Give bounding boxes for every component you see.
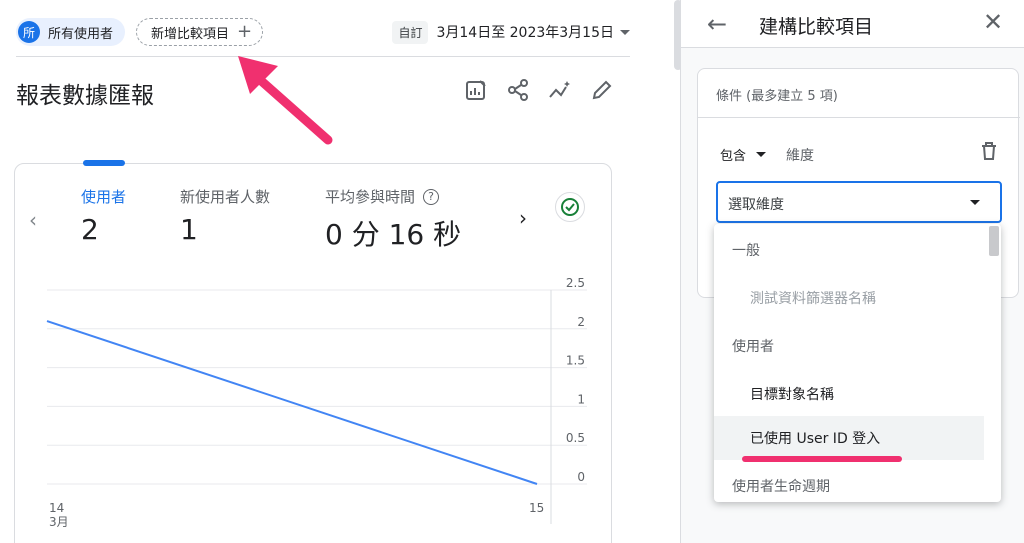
metric-label: 使用者 bbox=[81, 188, 127, 206]
conditions-divider bbox=[698, 117, 1020, 118]
chevron-left-icon[interactable]: ‹ bbox=[29, 208, 37, 232]
add-comparison-label: 新增比較項目 bbox=[151, 26, 230, 42]
dropdown-scrollbar[interactable] bbox=[989, 226, 999, 256]
report-area: 所 所有使用者 新增比較項目 + 自訂 3月14日至 2023年3月15日 報表… bbox=[0, 0, 682, 543]
y-tick-label: 0.5 bbox=[566, 431, 585, 445]
customize-report-icon[interactable] bbox=[462, 76, 490, 104]
dropdown-group-user-lifecycle: 使用者生命週期 bbox=[732, 479, 830, 495]
dimension-select[interactable]: 選取維度 bbox=[716, 181, 1002, 223]
y-tick-label: 1.5 bbox=[566, 354, 585, 368]
x-sublabel: 3月 bbox=[49, 515, 69, 529]
dropdown-group-user: 使用者 bbox=[732, 339, 774, 355]
panel-header: ← 建構比較項目 ✕ bbox=[681, 0, 1024, 48]
dropdown-item-audience-name[interactable]: 目標對象名稱 bbox=[714, 372, 984, 416]
all-users-avatar: 所 bbox=[18, 21, 40, 43]
metric-value: 2 bbox=[81, 213, 99, 246]
plus-icon: + bbox=[237, 21, 253, 42]
x-tick-label: 15 bbox=[529, 501, 544, 515]
custom-badge: 自訂 bbox=[392, 20, 429, 44]
trash-icon[interactable] bbox=[980, 141, 998, 165]
metric-label: 平均參與時間? bbox=[325, 186, 461, 207]
chevron-down-icon bbox=[620, 29, 630, 35]
report-toolbar bbox=[462, 76, 616, 104]
app-root: 所 所有使用者 新增比較項目 + 自訂 3月14日至 2023年3月15日 報表… bbox=[0, 0, 1024, 543]
all-users-label: 所有使用者 bbox=[48, 26, 114, 42]
share-icon[interactable] bbox=[504, 76, 532, 104]
metric-value: 0 分 16 秒 bbox=[325, 218, 462, 251]
help-icon[interactable]: ? bbox=[423, 188, 440, 205]
include-label: 包含 bbox=[720, 149, 747, 164]
close-icon[interactable]: ✕ bbox=[983, 8, 1003, 36]
comparison-bar: 所 所有使用者 新增比較項目 + 自訂 3月14日至 2023年3月15日 bbox=[16, 18, 630, 46]
edit-icon[interactable] bbox=[588, 76, 616, 104]
conditions-title: 條件 (最多建立 5 項) bbox=[716, 89, 838, 104]
add-comparison-button[interactable]: 新增比較項目 + bbox=[136, 18, 264, 46]
check-circle-icon[interactable] bbox=[555, 192, 585, 222]
metric-label: 新使用者人數 bbox=[180, 188, 271, 206]
series-line[interactable] bbox=[46, 320, 538, 485]
insights-icon[interactable] bbox=[546, 76, 574, 104]
date-range-picker[interactable]: 自訂 3月14日至 2023年3月15日 bbox=[392, 20, 630, 44]
chevron-right-icon[interactable]: › bbox=[519, 206, 527, 230]
active-tab-indicator bbox=[83, 160, 125, 166]
include-dropdown[interactable]: 包含 bbox=[720, 145, 767, 164]
dimension-label: 維度 bbox=[786, 148, 814, 164]
dropdown-item-test-filter: 測試資料篩選器名稱 bbox=[750, 291, 876, 307]
metric-new-users[interactable]: 新使用者人數 1 bbox=[180, 186, 270, 246]
y-tick-label: 2 bbox=[577, 315, 585, 329]
annotation-arrow-icon bbox=[238, 56, 333, 145]
dropdown-item-signed-in-user-id[interactable]: 已使用 User ID 登入 bbox=[714, 416, 984, 460]
metric-label-text: 平均參與時間 bbox=[325, 188, 416, 206]
panel-title: 建構比較項目 bbox=[759, 16, 874, 38]
y-tick-label: 0 bbox=[577, 470, 585, 484]
y-tick-label: 1 bbox=[577, 392, 585, 406]
annotation-underline bbox=[742, 456, 902, 462]
metric-avg-engagement[interactable]: 平均參與時間? 0 分 16 秒 bbox=[325, 186, 461, 253]
metric-value: 1 bbox=[180, 213, 198, 246]
date-range-text: 3月14日至 2023年3月15日 bbox=[436, 25, 614, 41]
all-users-chip[interactable]: 所 所有使用者 bbox=[16, 18, 126, 46]
back-arrow-icon[interactable]: ← bbox=[707, 10, 727, 38]
line-chart: 2.5 2 1.5 1 0.5 0 14 15 3月 bbox=[46, 276, 587, 529]
metrics-card: ‹ 使用者 2 新使用者人數 1 平均參與時間? 0 分 16 秒 › 2.5 2… bbox=[14, 160, 612, 543]
page-title: 報表數據匯報 bbox=[16, 83, 154, 109]
x-tick-label: 14 bbox=[49, 501, 64, 515]
select-placeholder: 選取維度 bbox=[728, 197, 784, 213]
dropdown-group-general: 一般 bbox=[732, 243, 760, 259]
chevron-down-icon bbox=[756, 152, 767, 157]
metric-users[interactable]: 使用者 2 bbox=[81, 186, 126, 246]
chevron-down-icon bbox=[970, 200, 980, 205]
y-tick-label: 2.5 bbox=[566, 276, 585, 290]
